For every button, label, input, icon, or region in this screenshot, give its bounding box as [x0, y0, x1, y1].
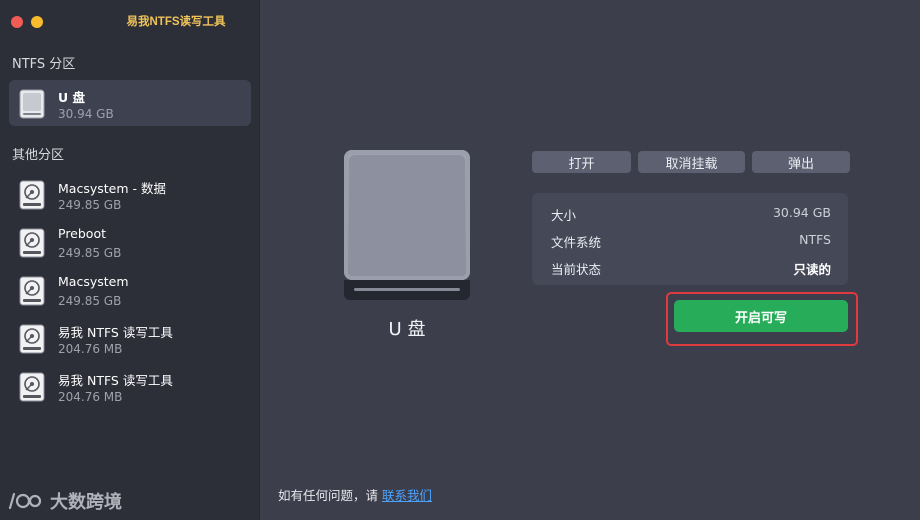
sidebar-item-ntfs-tool-2[interactable]: 易我 NTFS 读写工具 204.76 MB — [9, 363, 251, 409]
watermark: 大数跨境 — [8, 488, 122, 514]
app-title: 易我NTFS读写工具 — [126, 16, 226, 28]
sidebar-item-ntfs-tool-1[interactable]: 易我 NTFS 读写工具 204.76 MB — [9, 315, 251, 361]
watermark-text: 大数跨境 — [50, 492, 122, 513]
disk-size: 204.76 MB — [58, 342, 123, 356]
disk-name: Preboot — [58, 226, 107, 241]
unmount-button[interactable]: 取消挂载 — [638, 151, 745, 173]
disk-name: U 盘 — [58, 90, 86, 105]
info-key: 文件系统 — [551, 235, 602, 250]
hard-disk-icon — [19, 180, 45, 210]
hard-disk-icon — [19, 372, 45, 402]
ntfs-section-label: NTFS 分区 — [12, 57, 76, 72]
watermark-logo-icon — [8, 492, 42, 510]
hard-disk-icon — [19, 324, 45, 354]
usb-drive-icon — [19, 89, 45, 119]
hard-disk-icon — [19, 228, 45, 258]
open-button[interactable]: 打开 — [532, 151, 631, 173]
disk-size: 30.94 GB — [58, 107, 114, 121]
drive-actions: 打开 取消挂载 弹出 — [532, 151, 850, 173]
info-key: 当前状态 — [551, 262, 602, 277]
info-value: NTFS — [799, 232, 831, 247]
info-value: 30.94 GB — [772, 205, 831, 220]
disk-size: 249.85 GB — [58, 198, 122, 212]
sidebar-item-macsystem[interactable]: Macsystem 249.85 GB — [9, 267, 251, 313]
info-key: 大小 — [551, 208, 577, 223]
footer-help: 如有任何问题，请 联系我们 — [278, 485, 432, 504]
disk-size: 249.85 GB — [58, 246, 122, 260]
info-value: 只读的 — [793, 262, 831, 277]
contact-us-link[interactable]: 联系我们 — [382, 488, 432, 503]
info-row-size: 大小 30.94 GB — [551, 205, 831, 224]
other-section-label: 其他分区 — [12, 148, 65, 163]
usb-drive-illustration — [344, 150, 470, 300]
sidebar-item-preboot[interactable]: Preboot 249.85 GB — [9, 219, 251, 265]
disk-name: Macsystem - 数据 — [58, 181, 166, 196]
app-window: NTFS 分区 U 盘 30.94 GB 其他分区 Macsystem - 数据… — [0, 0, 920, 520]
disk-name: 易我 NTFS 读写工具 — [58, 373, 173, 388]
disk-name: 易我 NTFS 读写工具 — [58, 325, 173, 340]
eject-button[interactable]: 弹出 — [752, 151, 850, 173]
drive-info-card: 大小 30.94 GB 文件系统 NTFS 当前状态 只读的 — [532, 193, 848, 285]
disk-name: Macsystem — [58, 274, 129, 289]
hard-disk-icon — [19, 276, 45, 306]
disk-size: 249.85 GB — [58, 294, 122, 308]
sidebar-item-usb-drive[interactable]: U 盘 30.94 GB — [9, 80, 251, 126]
sidebar: NTFS 分区 U 盘 30.94 GB 其他分区 Macsystem - 数据… — [0, 0, 260, 520]
info-row-status: 当前状态 只读的 — [551, 259, 831, 278]
enable-write-button[interactable]: 开启可写 — [674, 300, 848, 332]
footer-text: 如有任何问题，请 — [278, 488, 382, 503]
drive-title: U 盘 — [388, 319, 426, 340]
disk-size: 204.76 MB — [58, 390, 123, 404]
sidebar-item-macsystem-data[interactable]: Macsystem - 数据 249.85 GB — [9, 171, 251, 217]
info-row-filesystem: 文件系统 NTFS — [551, 232, 831, 251]
